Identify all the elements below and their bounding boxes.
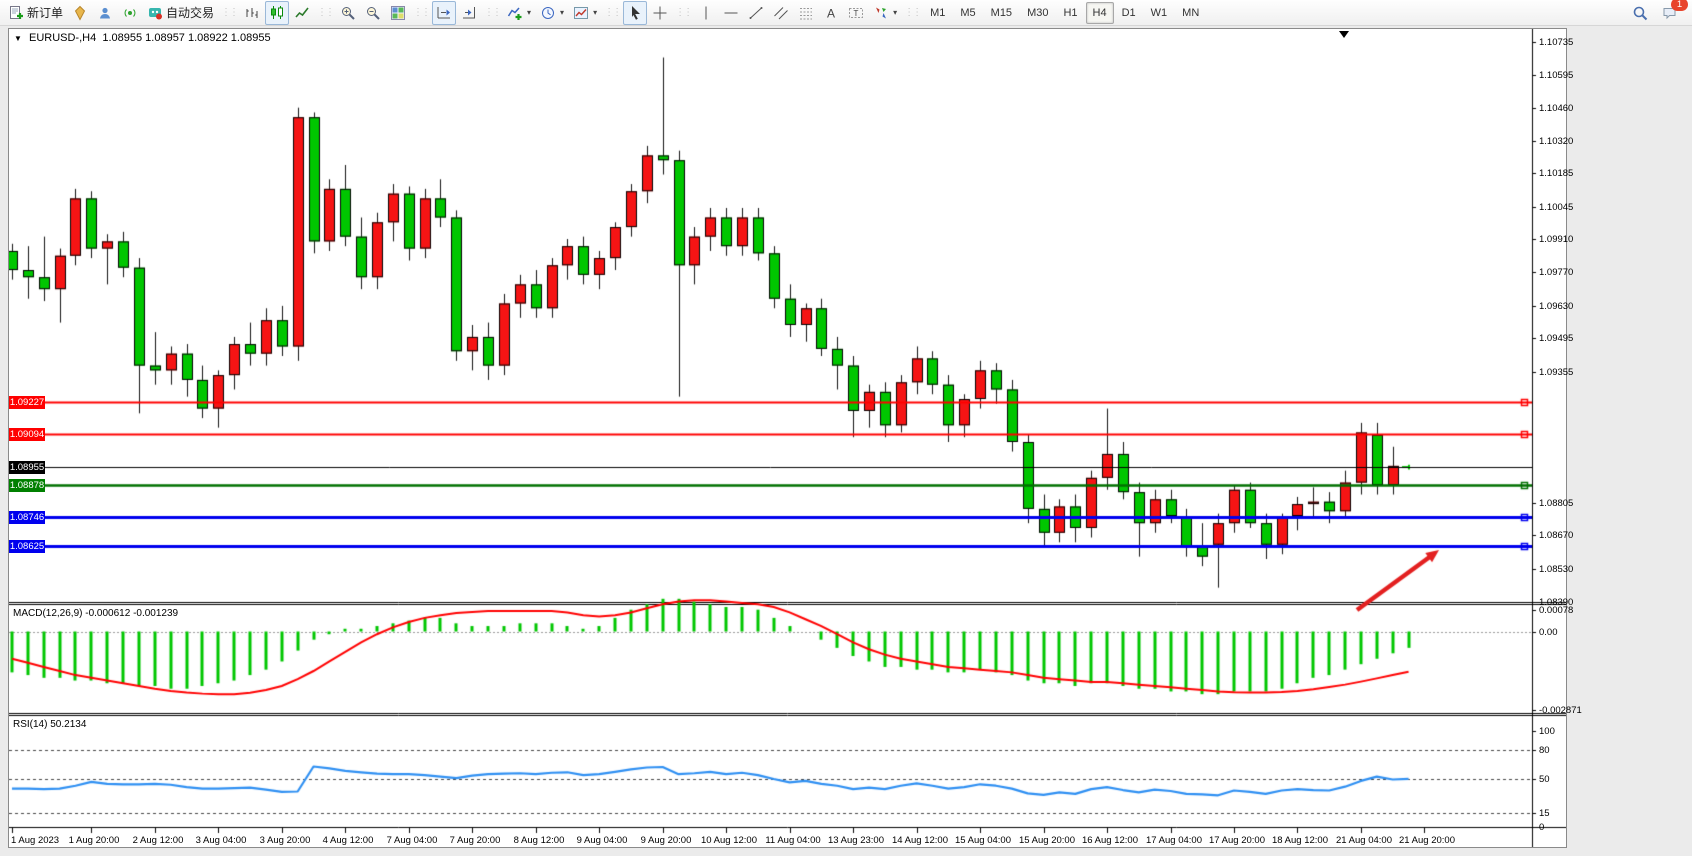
toolbar-separator: ⋮⋮ <box>317 7 333 18</box>
templates-button[interactable]: ▾ <box>569 1 601 25</box>
new-order-icon <box>8 5 24 21</box>
label-icon: T <box>848 5 864 21</box>
profile-icon <box>97 5 113 21</box>
chevron-down-icon: ▾ <box>527 8 531 17</box>
toolbar-separator: ⋮⋮ <box>413 7 429 18</box>
svg-text:A: A <box>827 6 835 20</box>
clock-icon <box>540 5 556 21</box>
vline-icon <box>698 5 714 21</box>
auto-trading-button-label: 自动交易 <box>166 4 214 21</box>
toolbar-separator: ⋮⋮ <box>221 7 237 18</box>
chevron-down-icon: ▾ <box>560 8 564 17</box>
bar-chart-button[interactable] <box>240 1 264 25</box>
arrows-icon <box>873 5 889 21</box>
new-chart-button[interactable] <box>68 1 92 25</box>
crosshair-icon <box>652 5 668 21</box>
text-button[interactable]: A <box>819 1 843 25</box>
timeframe-button-m15[interactable]: M15 <box>984 2 1019 24</box>
chevron-down-icon: ▾ <box>893 8 897 17</box>
timeframe-button-m5[interactable]: M5 <box>953 2 982 24</box>
timeframe-button-h1[interactable]: H1 <box>1056 2 1084 24</box>
toolbar-separator: ⋮⋮ <box>604 7 620 18</box>
hline-icon <box>723 5 739 21</box>
toolbar-separator: ⋮⋮ <box>675 7 691 18</box>
trendline-icon <box>748 5 764 21</box>
cursor-button[interactable] <box>623 1 647 25</box>
indicators-button[interactable]: ▾ <box>503 1 535 25</box>
timeframe-button-m1[interactable]: M1 <box>923 2 952 24</box>
notification-badge: 1 <box>1671 0 1688 11</box>
candles-icon <box>269 5 285 21</box>
candlestick-button[interactable] <box>265 1 289 25</box>
toolbar-separator: ⋮⋮ <box>904 7 920 18</box>
chart-shift-icon <box>461 5 477 21</box>
chart-shift-button[interactable] <box>457 1 481 25</box>
auto-trading-icon <box>147 5 163 21</box>
main-toolbar: 新订单自动交易⋮⋮⋮⋮⋮⋮⋮⋮▾▾▾⋮⋮⋮⋮AT▾⋮⋮M1M5M15M30H1H… <box>0 0 1692 26</box>
chart-window: ▼ EURUSD-,H4 1.08955 1.08957 1.08922 1.0… <box>8 28 1567 848</box>
fibonacci-icon <box>798 5 814 21</box>
cursor-icon <box>627 5 643 21</box>
indicators-icon <box>507 5 523 21</box>
label-button[interactable]: T <box>844 1 868 25</box>
gem-icon <box>72 5 88 21</box>
signals-button[interactable] <box>118 1 142 25</box>
search-button[interactable] <box>1628 1 1652 25</box>
auto-scroll-button[interactable] <box>432 1 456 25</box>
search-icon <box>1632 5 1648 21</box>
tile-windows-button[interactable] <box>386 1 410 25</box>
crosshair-button[interactable] <box>648 1 672 25</box>
svg-text:T: T <box>854 9 859 18</box>
auto-scroll-icon <box>436 5 452 21</box>
arrows-button[interactable]: ▾ <box>869 1 901 25</box>
notifications-button[interactable]: 1 <box>1658 1 1682 25</box>
profile-button[interactable] <box>93 1 117 25</box>
text-icon: A <box>823 5 839 21</box>
bars-icon <box>244 5 260 21</box>
timeframe-button-mn[interactable]: MN <box>1175 2 1206 24</box>
zoom-out-icon <box>365 5 381 21</box>
channel-button[interactable] <box>769 1 793 25</box>
chart-canvas[interactable] <box>9 29 1566 847</box>
timeframe-button-h4[interactable]: H4 <box>1086 2 1114 24</box>
line-chart-button[interactable] <box>290 1 314 25</box>
zoom-in-button[interactable] <box>336 1 360 25</box>
new-order-button-label: 新订单 <box>27 4 63 21</box>
chevron-down-icon: ▾ <box>593 8 597 17</box>
fibonacci-button[interactable] <box>794 1 818 25</box>
toolbar-separator: ⋮⋮ <box>484 7 500 18</box>
vline-button[interactable] <box>694 1 718 25</box>
auto-trading-button[interactable]: 自动交易 <box>143 1 218 25</box>
periods-button[interactable]: ▾ <box>536 1 568 25</box>
timeframe-button-w1[interactable]: W1 <box>1144 2 1175 24</box>
signal-icon <box>122 5 138 21</box>
zoom-out-button[interactable] <box>361 1 385 25</box>
trendline-button[interactable] <box>744 1 768 25</box>
tile-icon <box>390 5 406 21</box>
zoom-in-icon <box>340 5 356 21</box>
channel-icon <box>773 5 789 21</box>
line-chart-icon <box>294 5 310 21</box>
hline-button[interactable] <box>719 1 743 25</box>
timeframe-button-d1[interactable]: D1 <box>1115 2 1143 24</box>
new-order-button[interactable]: 新订单 <box>4 1 67 25</box>
template-icon <box>573 5 589 21</box>
timeframe-button-m30[interactable]: M30 <box>1020 2 1055 24</box>
